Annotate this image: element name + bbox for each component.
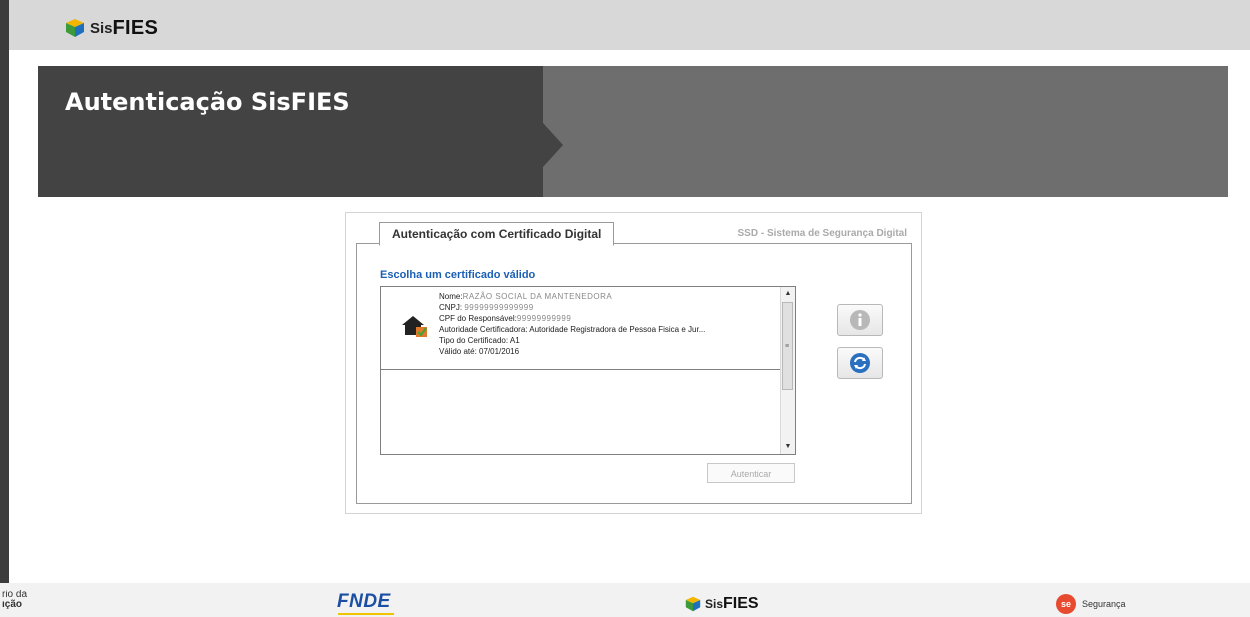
auth-panel: Autenticação com Certificado Digital SSD… — [345, 212, 922, 514]
footer-logo-fies-text: FIES — [723, 595, 759, 612]
tab-certificado-digital[interactable]: Autenticação com Certificado Digital — [379, 222, 615, 246]
logo-fies-text: FIES — [112, 16, 159, 39]
authenticate-button[interactable]: Autenticar — [707, 463, 795, 483]
cert-validade: Válido até: 07/01/2016 — [439, 347, 520, 356]
sisfies-cube-icon — [66, 19, 84, 37]
cert-cnpj: CNPJ: 99999999999999 — [439, 302, 705, 313]
page-banner: Autenticação SisFIES — [38, 66, 1228, 197]
cert-nome-value: RAZÃO SOCIAL DA MANTENEDORA — [462, 292, 613, 301]
seguranca-label: Segurança — [1082, 599, 1126, 609]
footer: rio da ıção FNDE Sis FIES se Segurança — [0, 583, 1250, 617]
sisfies-cube-icon — [685, 596, 701, 612]
banner-arrow — [543, 123, 563, 167]
certificate-details: Nome:RAZÃO SOCIAL DA MANTENEDORA CNPJ: 9… — [439, 291, 705, 357]
cert-nome-label: Nome: — [439, 292, 463, 301]
scrollbar-grip-icon: ≡ — [785, 343, 790, 350]
banner-dark-section — [38, 66, 543, 197]
certificate-list-scrollbar[interactable]: ▲ ≡ ▼ — [780, 287, 795, 454]
certificate-list[interactable]: Nome:RAZÃO SOCIAL DA MANTENEDORA CNPJ: 9… — [380, 286, 796, 455]
scrollbar-thumb[interactable]: ≡ — [782, 302, 793, 390]
info-button[interactable] — [837, 304, 883, 336]
certificate-house-icon — [402, 316, 427, 337]
refresh-button[interactable] — [837, 347, 883, 379]
cert-tipo: Tipo do Certificado: A1 — [439, 336, 520, 345]
cert-cnpj-value: 99999999999999 — [464, 303, 534, 312]
info-icon — [850, 310, 870, 330]
logo-sis-text: Sis — [90, 19, 113, 37]
sisfies-logo[interactable]: Sis FIES — [65, 17, 158, 39]
cert-cpf: CPF do Responsável:99999999999 — [439, 313, 705, 324]
fnde-logo[interactable]: FNDE — [337, 591, 391, 613]
footer-sisfies-logo[interactable]: Sis FIES — [685, 595, 759, 613]
cert-nome: Nome:RAZÃO SOCIAL DA MANTENEDORA — [439, 291, 705, 302]
left-edge-bar — [0, 0, 9, 600]
cert-autoridade: Autoridade Certificadora: Autoridade Reg… — [439, 325, 706, 334]
cert-cpf-value: 99999999999 — [516, 314, 572, 323]
seguranca-logo[interactable]: se Segurança — [1056, 594, 1126, 614]
scroll-down-arrow-icon[interactable]: ▼ — [781, 440, 795, 454]
ministry-line2: ıção — [2, 599, 23, 610]
ssd-system-label: SSD - Sistema de Segurança Digital — [737, 228, 908, 239]
fnde-logo-underline — [338, 613, 394, 615]
certificate-item[interactable]: Nome:RAZÃO SOCIAL DA MANTENEDORA CNPJ: 9… — [381, 287, 780, 370]
footer-logo-sis-text: Sis — [705, 597, 724, 611]
refresh-icon — [850, 353, 870, 373]
top-header: Sis FIES — [9, 0, 1250, 50]
cert-cnpj-label: CNPJ: — [439, 303, 463, 312]
scroll-up-arrow-icon[interactable]: ▲ — [781, 287, 795, 301]
choose-certificate-label: Escolha um certificado válido — [380, 269, 536, 281]
ministry-logo-text[interactable]: rio da ıção — [2, 590, 42, 610]
cert-cpf-label: CPF do Responsável: — [439, 314, 517, 323]
seguranca-badge-icon: se — [1056, 594, 1076, 614]
page-title: Autenticação SisFIES — [65, 88, 350, 116]
